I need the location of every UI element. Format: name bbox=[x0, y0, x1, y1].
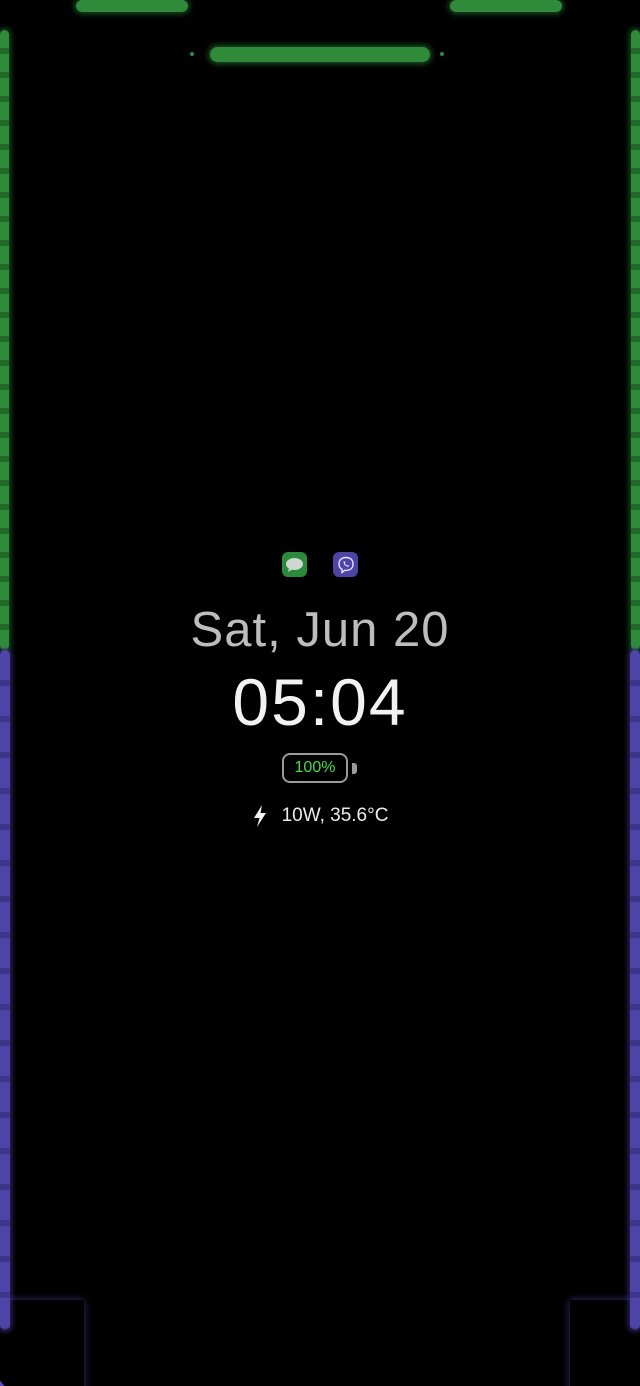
edge-light-left-purple bbox=[0, 650, 10, 1330]
lightning-bolt-icon bbox=[252, 804, 268, 828]
edge-light-notch-dot-right bbox=[440, 52, 444, 56]
edge-light-notch-dot-left bbox=[190, 52, 194, 56]
battery-tip bbox=[352, 763, 357, 774]
edge-light-notch bbox=[210, 47, 430, 62]
message-bubble-icon[interactable] bbox=[282, 552, 307, 577]
date-label: Sat, Jun 20 bbox=[190, 603, 450, 657]
edge-light-corner-bottom-right bbox=[570, 1300, 640, 1386]
battery-indicator: 100% bbox=[282, 753, 348, 783]
notification-icons bbox=[0, 552, 640, 578]
always-on-display-screen: Sat, Jun 20 05:04 100% 10W, 35.6°C bbox=[0, 0, 640, 1386]
edge-light-right-purple bbox=[630, 650, 640, 1330]
edge-light-corner-bottom-left bbox=[0, 1300, 84, 1386]
charging-details-text: 10W, 35.6°C bbox=[281, 805, 389, 826]
edge-light-top-right bbox=[450, 0, 562, 12]
viber-phone-icon[interactable] bbox=[333, 552, 358, 577]
battery-percent-label: 100% bbox=[294, 759, 336, 776]
time-label: 05:04 bbox=[232, 665, 408, 739]
edge-light-top-left bbox=[76, 0, 188, 12]
charging-info: 10W, 35.6°C bbox=[0, 803, 640, 829]
